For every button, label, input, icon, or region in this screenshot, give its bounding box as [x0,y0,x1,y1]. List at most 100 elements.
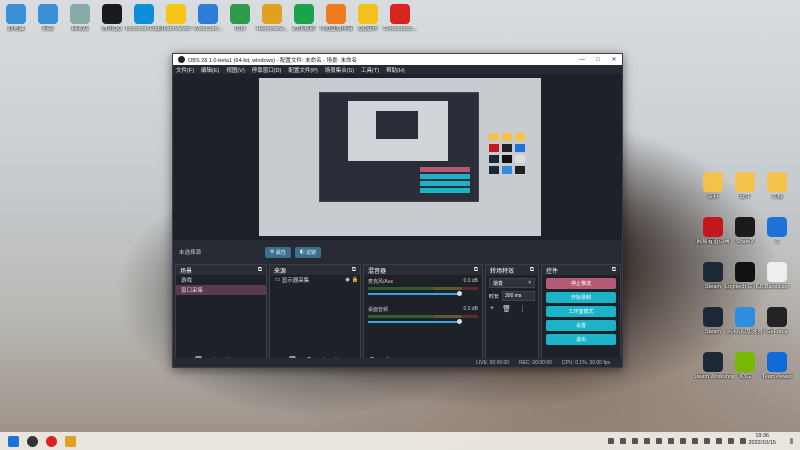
tray-icon[interactable] [668,438,674,444]
channel-name: 麦克风/Aux [368,279,394,285]
monitor-icon: ▭ [275,277,282,283]
volume-meter [368,315,478,318]
tray-icon[interactable] [656,438,662,444]
volume-meter [368,287,478,290]
tray-icon[interactable] [620,438,626,444]
source-item[interactable]: ▭ 显示器采集 ◉ 🔒 [270,275,360,285]
tray-icon[interactable] [608,438,614,444]
scene-item[interactable]: 游戏 [176,275,266,285]
desktop-shortcut[interactable]: 文档 [757,172,797,200]
desktop-shortcut[interactable]: S [757,217,797,245]
more-icon[interactable]: ⋮ [519,305,526,313]
uu-icon [735,307,755,327]
folder-icon [703,172,723,192]
volume-slider[interactable] [368,291,463,296]
qq-music-icon [358,4,378,24]
menu-docks[interactable]: 停靠窗口(D) [252,66,282,74]
obs-window: OBS 28.1.0-beta1 (64-bit, windows) - 配置文… [172,53,623,368]
sogou-icon [767,217,787,237]
mixer-dock: 混音器⧉ 麦克风/Aux0.0 dB 桌面音频0.0 dB ⚙⋮ [363,264,483,367]
window-title: OBS 28.1.0-beta1 (64-bit, windows) - 配置文… [188,57,358,64]
folder-icon [767,172,787,192]
sources-title: 来源 [274,268,287,275]
tray-icon[interactable] [692,438,698,444]
steam-icon [703,352,723,372]
desktop-shortcut[interactable]: Bandicam [757,262,797,290]
menu-file[interactable]: 文件(F) [176,66,194,74]
undock-icon[interactable]: ⧉ [530,267,534,274]
settings-button[interactable]: 设置 [546,320,616,331]
menu-profile[interactable]: 配置文件(P) [288,66,317,74]
desktop-shortcut[interactable]: CloudMusic... [380,4,420,32]
controls-dock: 控件 ⧉ 停止推流 开始录制 工作室模式 设置 退出 [541,264,621,367]
menu-edit[interactable]: 编辑(E) [201,66,219,74]
mixer-title: 混音器 [368,268,387,275]
teamviewer-icon [767,352,787,372]
scenes-dock: 场景⧉ 游戏 窗口采集 +🗑˄˅ [175,264,267,367]
app-taskbar-icon[interactable] [65,435,76,447]
preview-canvas[interactable] [259,78,541,236]
obs-logo-icon [178,56,185,63]
duration-input[interactable]: 300 ms [502,291,535,301]
desktop-shortcut[interactable]: GeForce [757,307,797,335]
mixer-channel: 桌面音频 0.0 dB [364,303,482,324]
tray-icon[interactable] [716,438,722,444]
transitions-dock: 转场特效 ⧉ 渐变 ˅ 时长 300 ms + 🗑 ⋮ [485,264,539,367]
scene-item-active[interactable]: 窗口采集 [176,285,266,295]
tray-icon[interactable] [644,438,650,444]
properties-button[interactable]: ⚙ 属性 [265,246,291,258]
undock-icon[interactable]: ⧉ [258,267,262,274]
desktop-shortcut[interactable]: TeamViewer [757,352,797,380]
trash-icon[interactable]: 🗑 [502,305,511,313]
start-recording-button[interactable]: 开始录制 [546,292,616,303]
live-status: LIVE: 00:00:00 [476,359,510,366]
cpu-status: CPU: 0.1%, 30.00 fps [561,359,610,366]
steam-icon [703,307,723,327]
filters-button[interactable]: ◧ 滤镜 [294,246,322,258]
no-source-label: 未选择源 [179,250,202,256]
nvidia-icon [735,352,755,372]
minimize-button[interactable]: — [574,57,590,63]
menu-help[interactable]: 帮助(H) [386,66,405,74]
studio-mode-button[interactable]: 工作室模式 [546,306,616,317]
nested-preview-inner [376,111,418,139]
nested-desktop-icons [489,133,529,203]
tray-icon[interactable] [704,438,710,444]
clock[interactable]: 19:36 2022/10/15 [748,433,776,447]
menu-tools[interactable]: 工具(T) [361,66,379,74]
start-icon[interactable] [8,435,19,447]
exit-button[interactable]: 退出 [546,334,616,345]
tray-icon[interactable] [680,438,686,444]
nested-capture [319,92,479,202]
shortcut-label: GeForce [766,329,788,335]
douyu-icon [326,4,346,24]
close-button[interactable]: ✕ [606,56,622,63]
sharex-icon [735,217,755,237]
shortcut-label: TeamViewer [761,374,793,380]
menu-view[interactable]: 视图(V) [226,66,244,74]
menu-scene-collection[interactable]: 场景集合(S) [325,66,354,74]
source-toolbar: 未选择源 ⚙ 属性 ◧ 滤镜 [173,244,622,260]
app-taskbar-icon[interactable] [46,435,57,447]
transition-select[interactable]: 渐变 ˅ [489,278,535,288]
youdao-icon [703,217,723,237]
lock-icon[interactable]: 🔒 [352,277,360,283]
tray-icon[interactable] [740,438,746,444]
channel-db: 0.0 dB [463,278,478,284]
filters-label: 滤镜 [306,249,317,256]
title-bar: OBS 28.1.0-beta1 (64-bit, windows) - 配置文… [173,54,622,65]
stop-streaming-button[interactable]: 停止推流 [546,278,616,289]
menu-bar: 文件(F) 编辑(E) 视图(V) 停靠窗口(D) 配置文件(P) 场景集合(S… [173,65,622,74]
tray-icon[interactable] [728,438,734,444]
undock-icon[interactable]: ⧉ [612,267,616,274]
tray-icon[interactable] [632,438,638,444]
undock-icon[interactable]: ⧉ [474,267,478,274]
obs-taskbar-icon[interactable] [27,435,38,447]
properties-label: 属性 [275,249,286,256]
show-desktop-button[interactable] [790,438,793,444]
undock-icon[interactable]: ⧉ [352,267,356,274]
volume-slider[interactable] [368,319,463,324]
maximize-button[interactable]: □ [590,57,606,63]
bandicam-icon [767,262,787,282]
add-icon[interactable]: + [490,305,494,313]
